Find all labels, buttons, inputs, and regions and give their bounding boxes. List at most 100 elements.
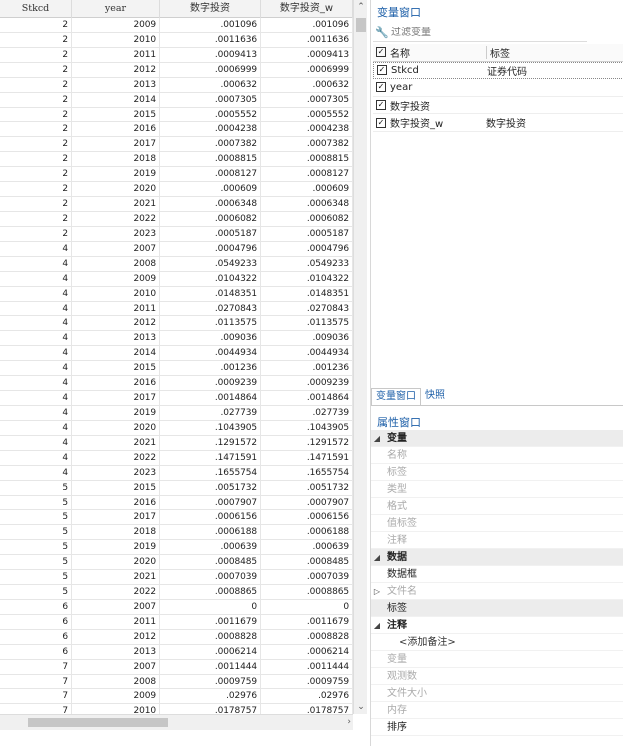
table-cell[interactable]: 2 [0,47,72,62]
table-cell[interactable]: 7 [0,689,72,704]
table-row[interactable]: 4 2009.0104322.0104322 [0,271,353,287]
filter-variables-input[interactable] [391,27,571,38]
table-row[interactable]: 2 2015.0005552.0005552 [0,107,353,123]
column-header-digital-investment-w[interactable]: 数字投资_w [261,0,353,18]
table-row[interactable]: 5 2015.0051732.0051732 [0,480,353,496]
table-cell[interactable]: 2011 [72,301,160,316]
table-cell[interactable]: .000639 [160,540,261,555]
table-cell[interactable]: 4 [0,361,72,376]
table-cell[interactable]: 5 [0,585,72,599]
table-cell[interactable]: .02976 [160,689,261,704]
table-cell[interactable]: 2023 [72,465,160,480]
table-cell[interactable]: 2009 [72,689,160,704]
table-cell[interactable]: 2018 [72,152,160,167]
table-cell[interactable]: .0011679 [160,614,261,629]
table-cell[interactable]: 2013 [72,644,160,659]
table-cell[interactable]: .0014864 [160,391,261,405]
table-cell[interactable]: 2014 [72,92,160,107]
table-cell[interactable]: 2018 [72,525,160,540]
table-cell[interactable]: .0104322 [261,271,353,286]
select-all-checkbox[interactable]: ✓ [376,47,386,58]
table-cell[interactable]: .1471591 [261,450,353,465]
table-cell[interactable]: .0008828 [261,629,353,644]
table-cell[interactable]: .0005187 [160,226,261,241]
data-grid[interactable]: Stkcd year 数字投资 数字投资_w 2 2009.001096.0010… [0,0,367,732]
table-cell[interactable]: 2013 [72,331,160,346]
table-cell[interactable]: 2022 [72,585,160,599]
table-cell[interactable]: 2019 [72,167,160,182]
vertical-scroll-thumb[interactable] [356,18,366,32]
table-cell[interactable]: 2011 [72,47,160,62]
table-cell[interactable]: 2012 [72,62,160,77]
table-cell[interactable]: 2021 [72,570,160,585]
variable-row[interactable]: ✓ 数字投资_w 数字投资 [373,114,623,132]
table-cell[interactable]: 2019 [72,540,160,555]
table-cell[interactable]: 2016 [72,376,160,391]
column-header-year[interactable]: year [72,0,160,18]
table-cell[interactable]: 7 [0,704,72,714]
table-cell[interactable]: .027739 [160,405,261,420]
table-cell[interactable]: 2010 [72,32,160,47]
table-cell[interactable]: .001096 [261,18,353,32]
variable-filter[interactable]: 🔧 [373,24,587,42]
table-cell[interactable]: .0011636 [160,32,261,47]
name-column-header[interactable]: 名称 [390,45,486,60]
table-cell[interactable]: 4 [0,301,72,316]
table-cell[interactable]: .000639 [261,540,353,555]
table-row[interactable]: 4 2019.027739.027739 [0,405,353,421]
property-label[interactable]: <添加备注> [383,634,456,651]
table-cell[interactable]: .1655754 [160,465,261,480]
table-cell[interactable]: .000609 [261,182,353,197]
table-cell[interactable]: 7 [0,674,72,689]
table-cell[interactable]: 2009 [72,271,160,286]
table-cell[interactable]: .0004796 [261,241,353,256]
table-cell[interactable]: .0549233 [261,256,353,271]
table-cell[interactable]: 4 [0,241,72,256]
table-cell[interactable]: .0008127 [160,167,261,182]
table-row[interactable]: 5 2022.0008865.0008865 [0,585,353,600]
table-cell[interactable]: .0006999 [160,62,261,77]
table-cell[interactable]: 2016 [72,495,160,510]
table-cell[interactable]: .0007907 [261,495,353,510]
table-cell[interactable]: 6 [0,644,72,659]
table-row[interactable]: 4 2016.0009239.0009239 [0,376,353,392]
expand-arrow-icon[interactable]: ◢ [371,430,383,447]
table-cell[interactable]: .0006188 [261,525,353,540]
table-cell[interactable]: .0009239 [160,376,261,391]
table-row[interactable]: 4 2015.001236.001236 [0,361,353,377]
table-cell[interactable]: 2016 [72,122,160,137]
table-cell[interactable]: 2 [0,92,72,107]
table-cell[interactable]: .0005552 [160,107,261,122]
table-cell[interactable]: 2007 [72,241,160,256]
table-row[interactable]: 6 2013.0006214.0006214 [0,644,353,660]
table-cell[interactable]: .0008815 [160,152,261,167]
table-cell[interactable]: .0011444 [261,659,353,674]
table-cell[interactable]: .0006348 [261,197,353,211]
table-cell[interactable]: .0006214 [261,644,353,659]
table-cell[interactable]: .0004238 [160,122,261,137]
table-cell[interactable]: .0148351 [160,286,261,301]
table-cell[interactable]: .0007907 [160,495,261,510]
table-cell[interactable]: 2013 [72,77,160,92]
column-header-stkcd[interactable]: Stkcd [0,0,72,18]
table-row[interactable]: 7 2009.02976.02976 [0,689,353,705]
table-cell[interactable]: .0270843 [160,301,261,316]
table-cell[interactable]: 2 [0,211,72,226]
table-cell[interactable]: 4 [0,256,72,271]
table-cell[interactable]: .0044934 [160,346,261,361]
table-row[interactable]: 2 2016.0004238.0004238 [0,122,353,138]
table-cell[interactable]: 2 [0,152,72,167]
table-cell[interactable]: .0011444 [160,659,261,674]
table-cell[interactable]: .1043905 [160,420,261,435]
table-cell[interactable]: .0006082 [261,211,353,226]
table-cell[interactable]: .0009413 [261,47,353,62]
check-icon[interactable]: ✓ [376,100,386,111]
table-cell[interactable]: .0148351 [261,286,353,301]
table-cell[interactable]: .1291572 [261,435,353,450]
table-cell[interactable]: .0178757 [261,704,353,714]
tab-variables[interactable]: 变量窗口 [371,388,421,405]
table-row[interactable]: 4 2008.0549233.0549233 [0,256,353,272]
table-cell[interactable]: 2023 [72,226,160,241]
table-cell[interactable]: 2 [0,182,72,197]
table-cell[interactable]: 2 [0,137,72,152]
